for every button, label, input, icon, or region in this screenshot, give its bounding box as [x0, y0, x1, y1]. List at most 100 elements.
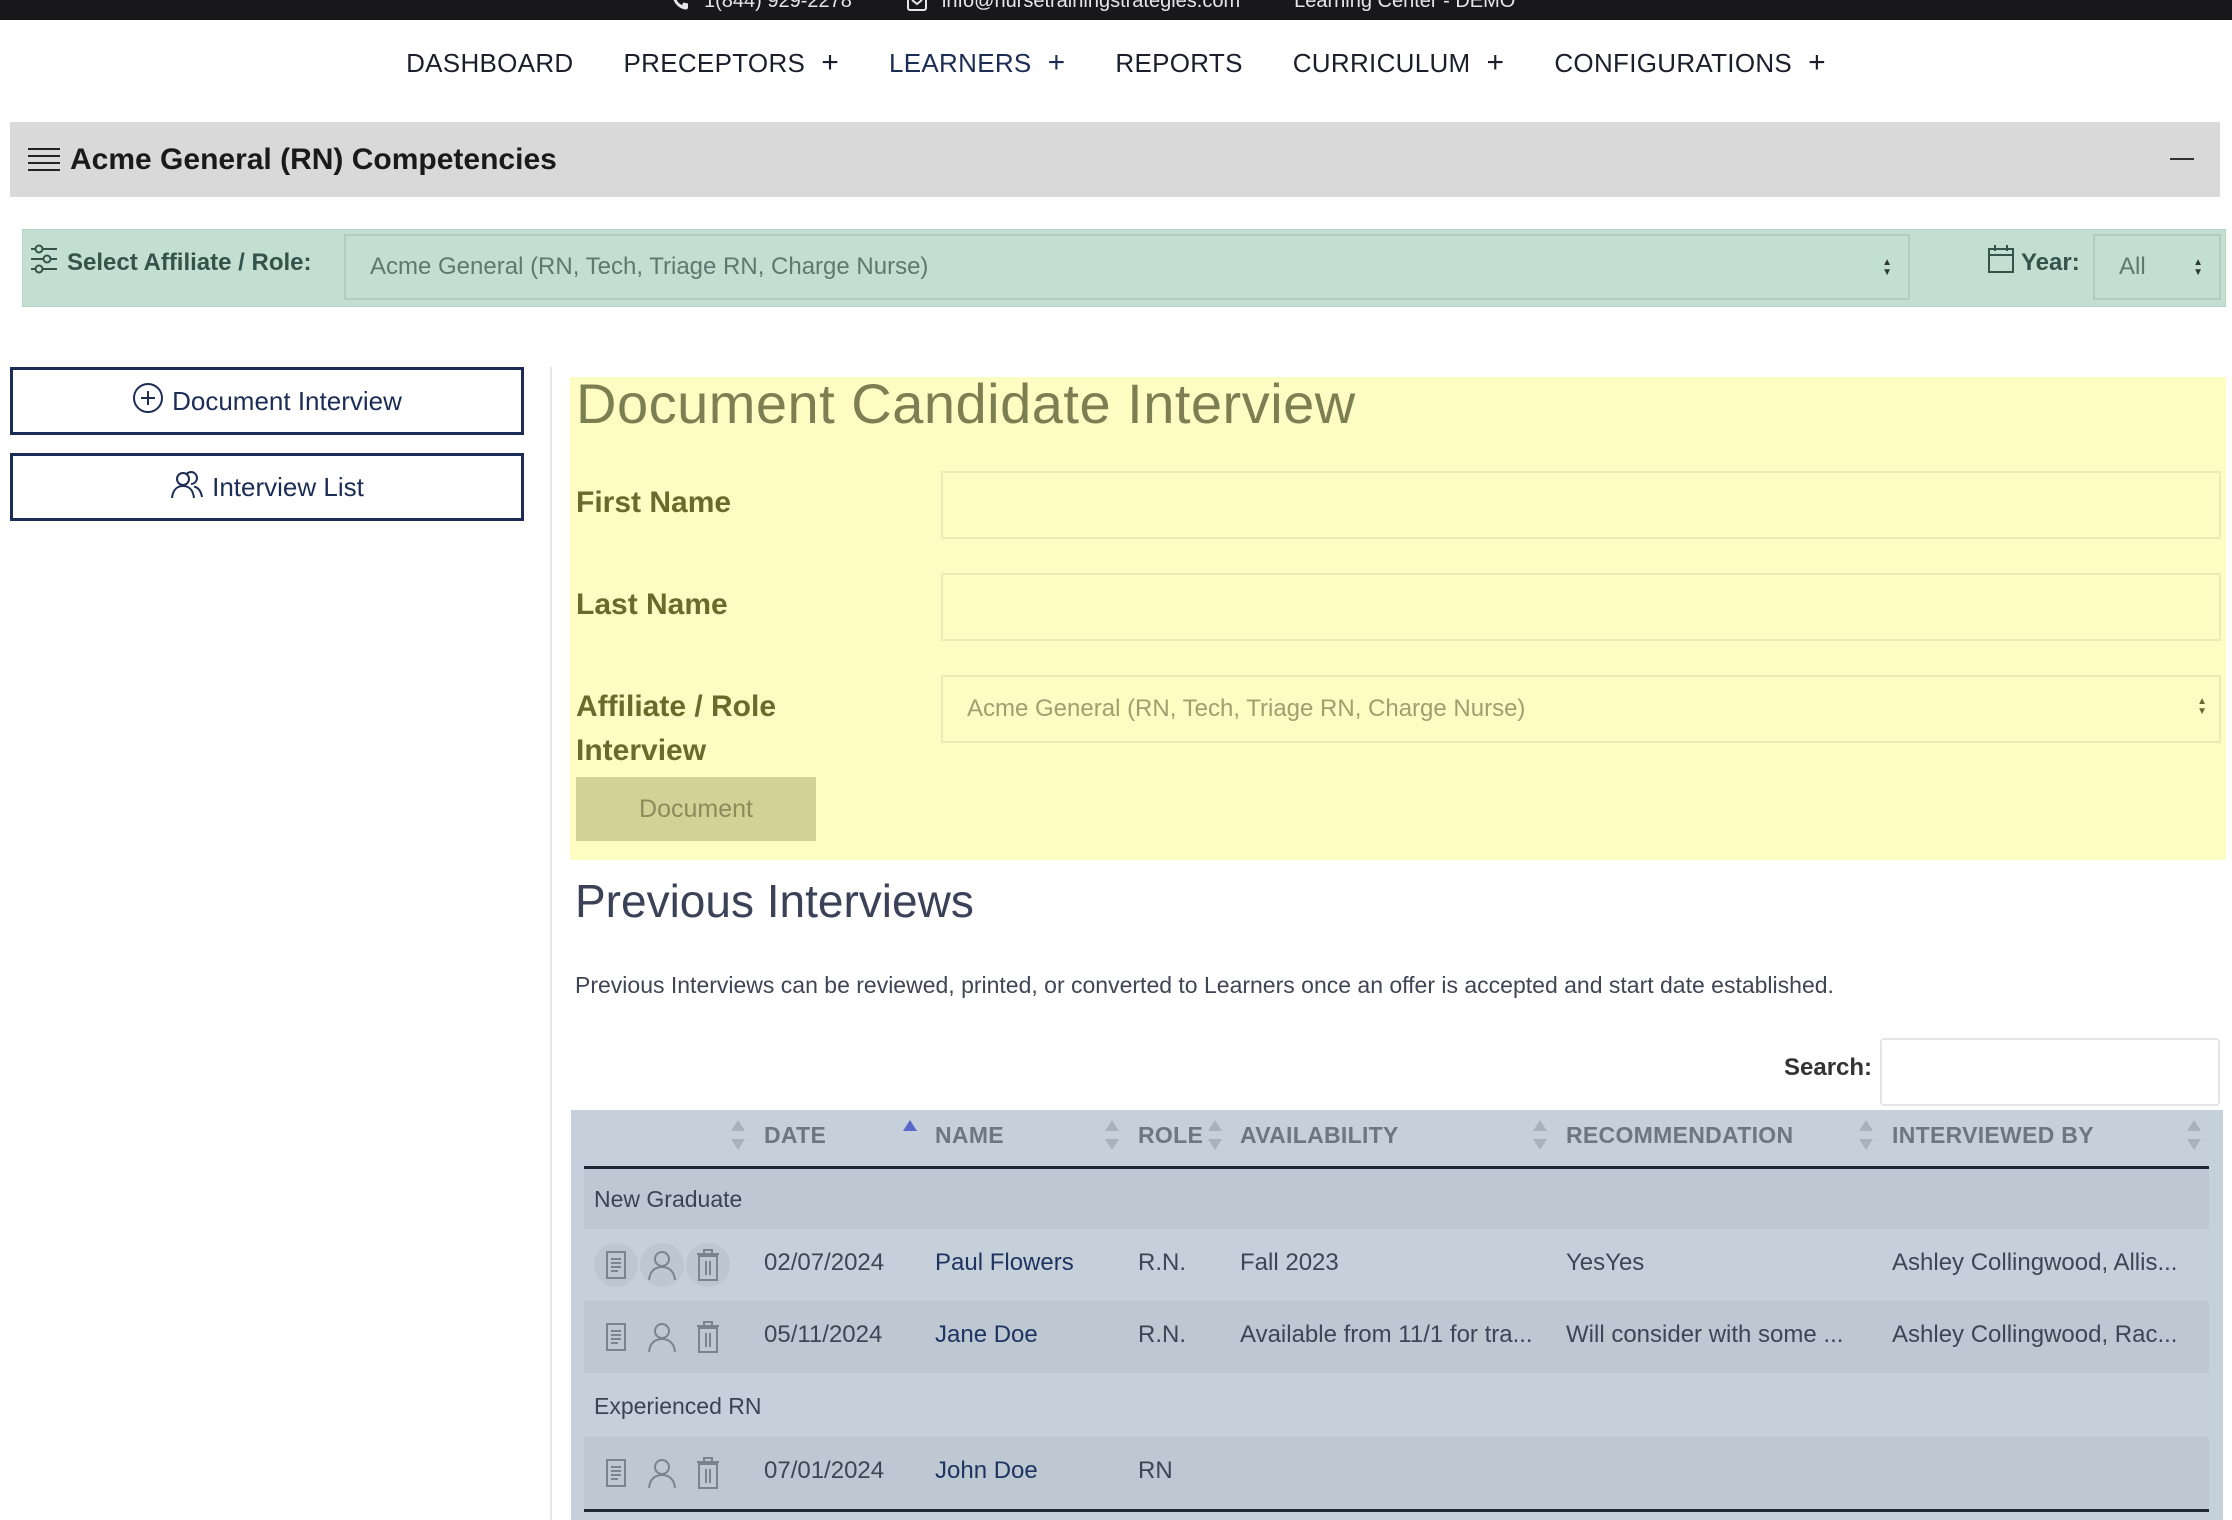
group-row-new-graduate: New Graduate [584, 1169, 2209, 1229]
cell-recommendation: YesYes [1566, 1249, 1645, 1276]
nav-item-learners[interactable]: LEARNERS + [864, 48, 1090, 79]
document-icon[interactable] [594, 1243, 638, 1287]
table-row[interactable]: 07/01/2024 John Doe RN [584, 1437, 2209, 1509]
select-arrows-icon: ▲ ▼ [2197, 696, 2207, 717]
form-title: Document Candidate Interview [576, 372, 1356, 435]
cell-name[interactable]: Paul Flowers [935, 1249, 1125, 1277]
sort-icon[interactable] [1859, 1120, 1873, 1150]
cell-availability: Available from 11/1 for tra... [1240, 1321, 1533, 1348]
document-interview-button[interactable]: Document Interview [10, 367, 524, 435]
select-arrows-icon: ▲ ▼ [1882, 257, 1892, 278]
first-name-label: First Name [576, 486, 732, 519]
calendar-icon [1987, 244, 2015, 281]
column-header-date[interactable]: DATE [764, 1122, 826, 1149]
interviews-table: DATE NAME ROLE AVAILABILITY RECOMMENDATI… [571, 1110, 2223, 1520]
group-label: New Graduate [594, 1185, 743, 1212]
cell-role: R.N. [1138, 1249, 1186, 1276]
sort-ascending-icon[interactable] [903, 1120, 917, 1150]
trash-icon[interactable] [686, 1243, 730, 1287]
nav-label: LEARNERS [889, 47, 1032, 78]
email-link[interactable]: info@nursetrainingstrategies.com [942, 0, 1240, 13]
phone-number[interactable]: 1(844) 929-2278 [704, 0, 852, 13]
document-submit-button[interactable]: Document [576, 777, 816, 841]
interview-list-label: Interview List [212, 471, 364, 502]
affiliate-filter-bar: Select Affiliate / Role: Acme General (R… [22, 229, 2226, 307]
year-select[interactable]: All ▲ ▼ [2093, 234, 2221, 300]
expand-plus-icon[interactable]: + [1808, 48, 1826, 78]
first-name-input[interactable] [941, 471, 2221, 539]
affiliate-label-text: Select Affiliate / Role: [67, 248, 312, 276]
nav-label: PRECEPTORS [623, 47, 806, 78]
column-header-interviewed-by[interactable]: INTERVIEWED BY [1892, 1122, 2094, 1149]
expand-plus-icon[interactable]: + [821, 48, 839, 78]
cell-name[interactable]: Jane Doe [935, 1321, 1125, 1349]
cell-name[interactable]: John Doe [935, 1457, 1125, 1485]
document-interview-label: Document Interview [172, 385, 402, 416]
minus-icon[interactable] [2170, 158, 2194, 160]
sort-icon[interactable] [731, 1120, 745, 1150]
affiliate-role-interview-select[interactable]: Acme General (RN, Tech, Triage RN, Charg… [941, 675, 2221, 743]
document-icon[interactable] [594, 1451, 638, 1495]
previous-interviews-title: Previous Interviews [575, 875, 974, 927]
last-name-input[interactable] [941, 573, 2221, 641]
column-header-availability[interactable]: AVAILABILITY [1240, 1122, 1399, 1149]
row-actions [594, 1243, 730, 1287]
nav-item-curriculum[interactable]: CURRICULUM + [1268, 48, 1530, 79]
affiliate-role-interview-value: Acme General (RN, Tech, Triage RN, Charg… [967, 695, 1526, 722]
users-icon [170, 469, 204, 506]
sort-icon[interactable] [2187, 1120, 2201, 1150]
select-arrows-icon: ▲ ▼ [2193, 257, 2203, 278]
column-header-recommendation[interactable]: RECOMMENDATION [1566, 1122, 1793, 1149]
affiliate-filter-label: Select Affiliate / Role: [29, 244, 312, 281]
sort-icon[interactable] [1533, 1120, 1547, 1150]
table-bottom-divider [584, 1509, 2209, 1512]
cell-date: 05/11/2024 [764, 1321, 883, 1348]
site-label: Learning Center - DEMO [1294, 0, 1516, 12]
plus-circle-icon [132, 382, 164, 421]
nav-item-reports[interactable]: REPORTS [1090, 48, 1267, 79]
sliders-icon [29, 244, 59, 281]
table-header: DATE NAME ROLE AVAILABILITY RECOMMENDATI… [571, 1110, 2223, 1167]
search-input[interactable] [1880, 1038, 2220, 1106]
expand-plus-icon[interactable]: + [1048, 48, 1066, 78]
affiliate-role-select[interactable]: Acme General (RN, Tech, Triage RN, Charg… [344, 234, 1910, 300]
year-label-text: Year: [2021, 248, 2080, 276]
cell-date: 07/01/2024 [764, 1457, 885, 1484]
person-icon[interactable] [640, 1243, 684, 1287]
cell-availability: Fall 2023 [1240, 1249, 1339, 1276]
nav-label: CURRICULUM [1292, 47, 1471, 78]
document-icon[interactable] [594, 1315, 638, 1359]
year-filter-label: Year: [1987, 244, 2080, 281]
trash-icon[interactable] [686, 1315, 730, 1359]
sort-icon[interactable] [1208, 1120, 1222, 1150]
column-header-name[interactable]: NAME [935, 1122, 1004, 1149]
affiliate-role-value: Acme General (RN, Tech, Triage RN, Charg… [370, 253, 929, 280]
trash-icon[interactable] [686, 1451, 730, 1495]
group-row-experienced-rn: Experienced RN [584, 1376, 2209, 1436]
row-actions [594, 1451, 730, 1495]
nav-item-configurations[interactable]: CONFIGURATIONS + [1529, 48, 1851, 79]
column-header-role[interactable]: ROLE [1138, 1122, 1203, 1149]
expand-plus-icon[interactable]: + [1487, 48, 1505, 78]
hamburger-icon[interactable] [28, 147, 60, 172]
cell-interviewed-by: Ashley Collingwood, Rac... [1892, 1321, 2178, 1348]
document-interview-form: Document Candidate Interview First Name … [570, 372, 2226, 860]
last-name-label: Last Name [576, 588, 728, 621]
cell-role: R.N. [1138, 1321, 1186, 1348]
person-icon[interactable] [640, 1451, 684, 1495]
person-icon[interactable] [640, 1315, 684, 1359]
cell-recommendation: Will consider with some ... [1566, 1321, 1844, 1348]
interview-list-button[interactable]: Interview List [10, 453, 524, 521]
email-icon [906, 0, 928, 13]
year-value: All [2119, 253, 2146, 280]
nav-item-preceptors[interactable]: PRECEPTORS + [599, 48, 865, 79]
competency-header: Acme General (RN) Competencies [10, 122, 2220, 197]
sort-icon[interactable] [1105, 1120, 1119, 1150]
table-row[interactable]: 05/11/2024 Jane Doe R.N. Available from … [584, 1301, 2209, 1373]
cell-interviewed-by: Ashley Collingwood, Allis... [1892, 1249, 2178, 1276]
top-contact-bar: 1(844) 929-2278 info@nursetrainingstrate… [0, 0, 2232, 20]
table-row[interactable]: 02/07/2024 Paul Flowers R.N. Fall 2023 Y… [584, 1229, 2209, 1301]
nav-label: CONFIGURATIONS [1554, 47, 1793, 78]
nav-label: REPORTS [1115, 47, 1243, 78]
nav-item-dashboard[interactable]: DASHBOARD [381, 48, 598, 79]
